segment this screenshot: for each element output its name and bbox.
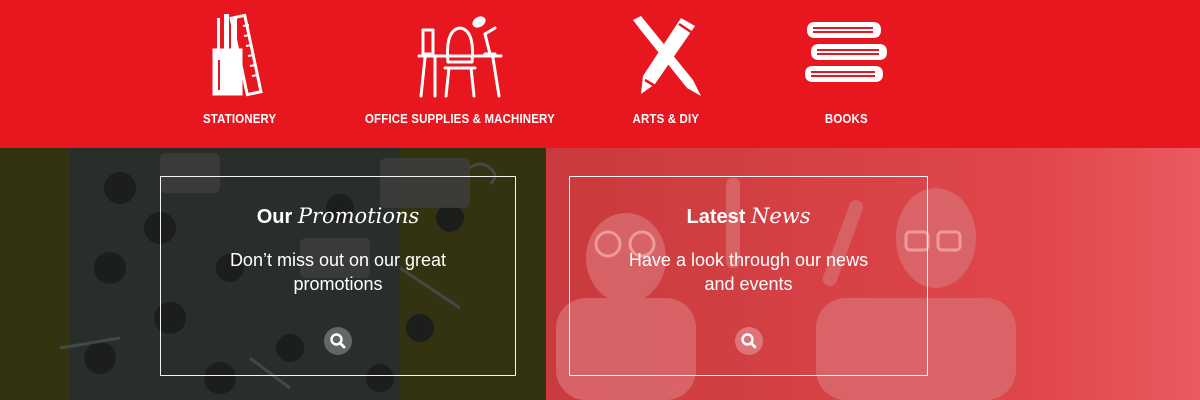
category-arts-diy[interactable]: ARTS & DIY [616,0,716,148]
search-icon [330,333,346,349]
category-label: OFFICE SUPPLIES & MACHINERY [365,111,555,126]
promotions-panel: Our Promotions Don’t miss out on our gre… [0,148,546,400]
search-icon [740,333,756,349]
category-stationery[interactable]: STATIONERY [180,0,300,148]
category-books[interactable]: BOOKS [796,0,896,148]
news-search-button[interactable] [734,327,763,355]
news-title: Latest News [570,201,927,232]
arts-diy-icon [633,16,701,96]
news-panel: Latest News Have a look through our news… [546,148,1200,400]
promotions-title-script: Promotions [297,204,420,228]
stationery-icon [212,13,263,97]
promotions-description: Don’t miss out on our great promotions [229,250,447,294]
news-card: Latest News Have a look through our news… [569,176,928,376]
promotions-title: Our Promotions [161,201,515,232]
news-description: Have a look through our news and events [628,250,869,294]
office-desk-icon [417,16,503,98]
books-icon [805,22,887,82]
promotions-search-button[interactable] [324,327,352,355]
category-bar: STATIONERY OFFICE SUPPLIES & MACHINERY A… [0,0,1200,148]
promotions-title-plain: Our [256,206,293,228]
category-label: BOOKS [824,111,868,126]
news-title-plain: Latest [686,206,746,228]
news-title-script: News [750,204,811,228]
category-label: STATIONERY [203,111,277,126]
category-office-supplies[interactable]: OFFICE SUPPLIES & MACHINERY [365,0,555,148]
promotions-card: Our Promotions Don’t miss out on our gre… [160,176,516,376]
category-label: ARTS & DIY [632,111,700,126]
